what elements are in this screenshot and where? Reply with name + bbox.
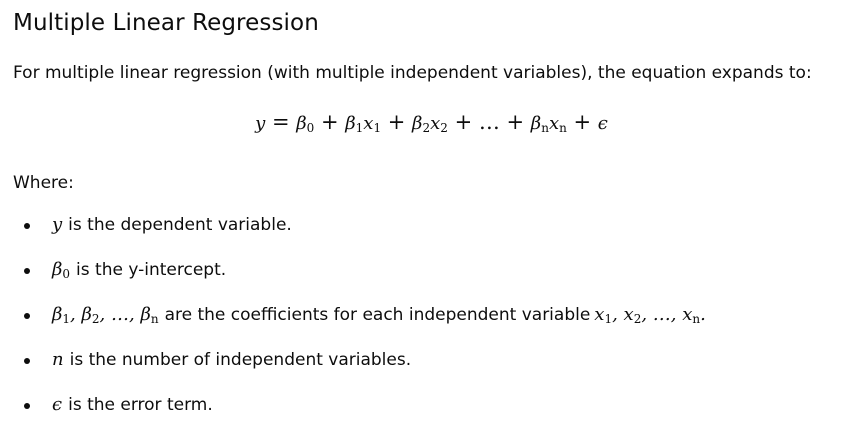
list-item-math: β1, β2, …, βn (52, 304, 159, 326)
list-item-math: x1, x2, …, xn. (594, 304, 706, 326)
list-item-text: is the error term. (68, 395, 213, 415)
list-item-text: is the dependent variable. (68, 215, 292, 235)
eq-y: y (255, 113, 266, 134)
bullet-dot-icon (24, 403, 30, 409)
eq-beta2-x2: β2x2 (412, 113, 448, 135)
eq-betan-xn: βnxn (530, 113, 567, 135)
bullet-dot-icon (24, 313, 30, 319)
eq-epsilon: ϵ (597, 113, 608, 134)
list-item-math: n (52, 349, 64, 370)
list-item-text: is the y-intercept. (76, 260, 227, 280)
bullet-dot-icon (24, 223, 30, 229)
list-item-math: y (52, 214, 63, 235)
eq-plus: + (381, 110, 413, 134)
eq-plus-ellipsis: + … + (447, 110, 531, 134)
eq-beta0: β0 (296, 113, 315, 135)
bullet-dot-icon (24, 268, 30, 274)
eq-plus: + (566, 110, 598, 134)
eq-equals: = (265, 110, 297, 134)
eq-plus: + (314, 110, 346, 134)
list-item-text: are the coefficients for each independen… (164, 305, 591, 325)
where-label: Where: (13, 173, 74, 193)
bullet-dot-icon (24, 358, 30, 364)
section-heading: Multiple Linear Regression (13, 10, 319, 36)
list-item-math: β0 (52, 259, 71, 281)
list-item-math: ϵ (52, 394, 63, 415)
intro-paragraph: For multiple linear regression (with mul… (13, 63, 812, 83)
list-item-text: is the number of independent variables. (69, 350, 412, 370)
regression-equation: y = β0 + β1x1 + β2x2 + … + βnxn + ϵ (0, 110, 863, 134)
eq-beta1-x1: β1x1 (345, 113, 382, 135)
